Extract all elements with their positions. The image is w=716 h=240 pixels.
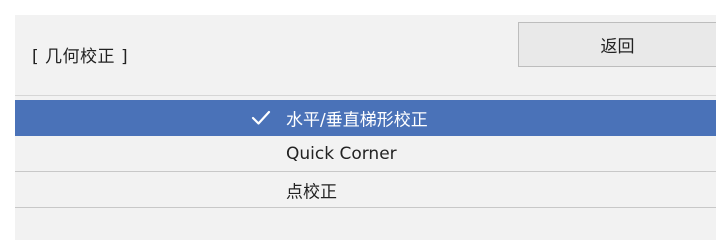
menu-item-quick-corner[interactable]: Quick Corner — [15, 136, 716, 172]
page-title: [ 几何校正 ] — [32, 47, 129, 67]
back-button[interactable]: 返回 — [518, 22, 716, 67]
check-icon — [251, 110, 271, 125]
menu-item-label: Quick Corner — [286, 143, 397, 164]
menu-item-point-correction[interactable]: 点校正 — [15, 172, 716, 208]
geometry-correction-panel: [ 几何校正 ] 返回 水平/垂直梯形校正 Quick Corner 点校正 — [15, 15, 716, 240]
header-divider — [15, 95, 716, 96]
panel-header: [ 几何校正 ] 返回 — [15, 15, 716, 87]
menu-item-keystone[interactable]: 水平/垂直梯形校正 — [15, 100, 716, 136]
menu-item-label: 点校正 — [286, 182, 337, 202]
correction-menu: 水平/垂直梯形校正 Quick Corner 点校正 — [15, 100, 716, 208]
menu-item-label: 水平/垂直梯形校正 — [286, 110, 428, 131]
